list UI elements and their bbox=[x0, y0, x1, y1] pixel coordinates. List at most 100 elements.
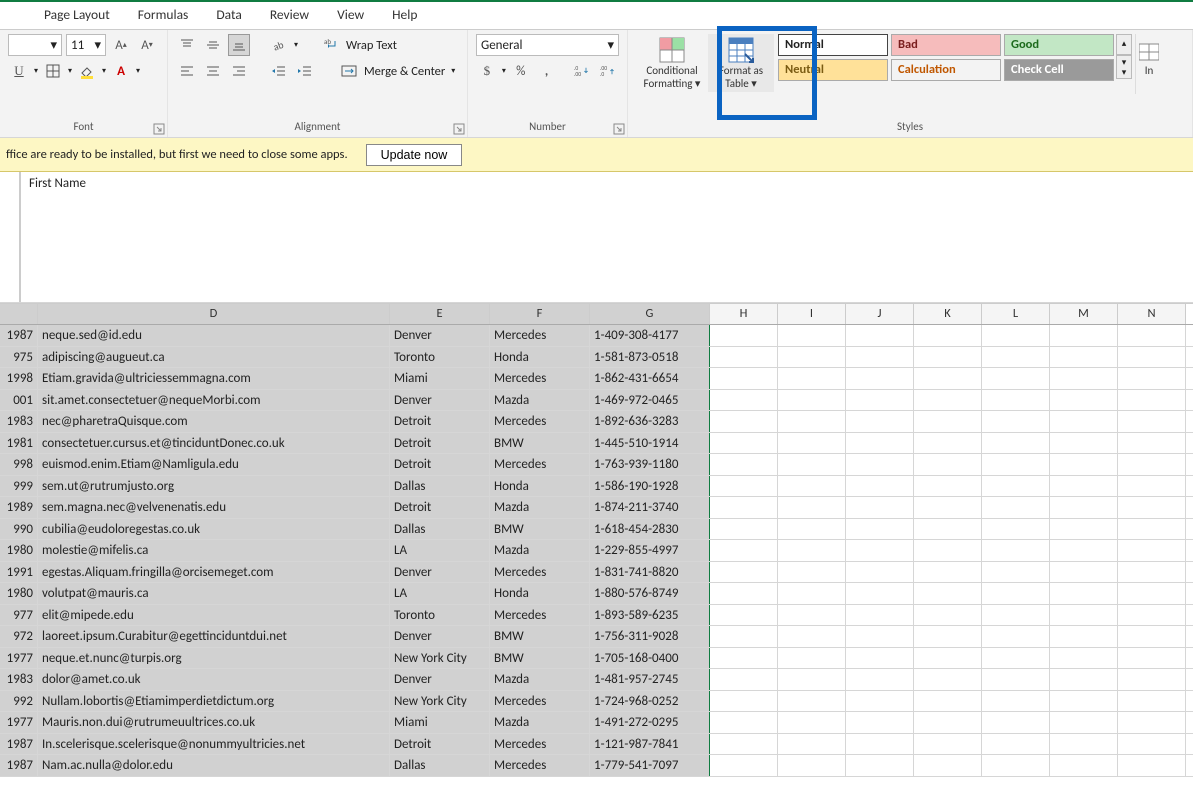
table-row[interactable]: 998euismod.enim.Etiam@Namligula.eduDetro… bbox=[0, 454, 1193, 476]
cell[interactable]: Detroit bbox=[390, 497, 490, 518]
cell[interactable] bbox=[914, 734, 982, 755]
col-header-M[interactable]: M bbox=[1050, 304, 1118, 324]
align-center-icon[interactable] bbox=[202, 60, 224, 82]
align-bottom-icon[interactable] bbox=[228, 34, 250, 56]
cell[interactable]: Toronto bbox=[390, 605, 490, 626]
cell[interactable] bbox=[846, 519, 914, 540]
cell[interactable] bbox=[1118, 691, 1186, 712]
cell[interactable] bbox=[846, 626, 914, 647]
cell[interactable]: Mauris.non.dui@rutrumeuultrices.co.uk bbox=[38, 712, 390, 733]
table-row[interactable]: 1987Nam.ac.nulla@dolor.eduDallasMercedes… bbox=[0, 755, 1193, 777]
cell[interactable] bbox=[982, 605, 1050, 626]
cell[interactable] bbox=[778, 433, 846, 454]
decrease-decimal-icon[interactable]: .00.0 bbox=[597, 60, 619, 82]
align-left-icon[interactable] bbox=[176, 60, 198, 82]
cell[interactable]: 972 bbox=[0, 626, 38, 647]
cell[interactable] bbox=[778, 454, 846, 475]
cell[interactable]: Mercedes bbox=[490, 734, 590, 755]
cell[interactable] bbox=[914, 755, 982, 776]
cell[interactable] bbox=[914, 390, 982, 411]
cell[interactable] bbox=[1118, 626, 1186, 647]
cell[interactable] bbox=[846, 497, 914, 518]
cell[interactable] bbox=[778, 411, 846, 432]
col-header-E[interactable]: E bbox=[390, 304, 490, 324]
cell[interactable]: Mercedes bbox=[490, 691, 590, 712]
cell[interactable]: New York City bbox=[390, 648, 490, 669]
cell[interactable]: 992 bbox=[0, 691, 38, 712]
cell[interactable] bbox=[914, 325, 982, 346]
cell[interactable] bbox=[1050, 755, 1118, 776]
align-middle-icon[interactable] bbox=[202, 34, 224, 56]
cell[interactable] bbox=[1050, 583, 1118, 604]
cell[interactable]: Honda bbox=[490, 476, 590, 497]
cell[interactable] bbox=[982, 648, 1050, 669]
cell[interactable]: neque.sed@id.edu bbox=[38, 325, 390, 346]
cell[interactable] bbox=[914, 476, 982, 497]
cell[interactable]: Nam.ac.nulla@dolor.edu bbox=[38, 755, 390, 776]
align-right-icon[interactable] bbox=[228, 60, 250, 82]
table-row[interactable]: 1991egestas.Aliquam.fringilla@orcisemege… bbox=[0, 562, 1193, 584]
cell[interactable]: 1-831-741-8820 bbox=[590, 562, 710, 583]
cell[interactable] bbox=[914, 691, 982, 712]
cell[interactable] bbox=[1118, 433, 1186, 454]
cell[interactable]: Mercedes bbox=[490, 755, 590, 776]
cell[interactable] bbox=[914, 626, 982, 647]
col-header-F[interactable]: F bbox=[490, 304, 590, 324]
col-header-D[interactable]: D bbox=[38, 304, 390, 324]
cell[interactable] bbox=[1118, 519, 1186, 540]
cell[interactable]: 1981 bbox=[0, 433, 38, 454]
cell[interactable] bbox=[1118, 734, 1186, 755]
cell[interactable] bbox=[914, 368, 982, 389]
cell[interactable] bbox=[846, 712, 914, 733]
update-now-button[interactable]: Update now bbox=[366, 144, 463, 166]
cell[interactable] bbox=[1050, 691, 1118, 712]
cell[interactable] bbox=[1118, 712, 1186, 733]
tab-review[interactable]: Review bbox=[256, 2, 323, 29]
cell[interactable] bbox=[710, 347, 778, 368]
cell[interactable] bbox=[846, 390, 914, 411]
cell[interactable] bbox=[710, 476, 778, 497]
currency-icon[interactable]: $ bbox=[476, 60, 498, 82]
cell[interactable] bbox=[710, 648, 778, 669]
cell[interactable] bbox=[1050, 368, 1118, 389]
decrease-indent-icon[interactable] bbox=[268, 60, 290, 82]
cell[interactable]: 1977 bbox=[0, 712, 38, 733]
cell[interactable]: 1-586-190-1928 bbox=[590, 476, 710, 497]
cell[interactable]: BMW bbox=[490, 519, 590, 540]
spreadsheet-grid[interactable]: 1987neque.sed@id.eduDenverMercedes1-409-… bbox=[0, 325, 1193, 777]
cell[interactable] bbox=[846, 368, 914, 389]
cell[interactable] bbox=[1118, 648, 1186, 669]
cell[interactable] bbox=[914, 648, 982, 669]
cell[interactable] bbox=[1050, 476, 1118, 497]
cell[interactable] bbox=[710, 669, 778, 690]
cell[interactable] bbox=[1050, 519, 1118, 540]
cell[interactable] bbox=[914, 540, 982, 561]
table-row[interactable]: 992Nullam.lobortis@Etiamimperdietdictum.… bbox=[0, 691, 1193, 713]
cell[interactable]: New York City bbox=[390, 691, 490, 712]
cell[interactable]: 1-874-211-3740 bbox=[590, 497, 710, 518]
cell[interactable] bbox=[914, 583, 982, 604]
tab-formulas[interactable]: Formulas bbox=[124, 2, 203, 29]
align-top-icon[interactable] bbox=[176, 34, 198, 56]
cell[interactable]: Mercedes bbox=[490, 454, 590, 475]
decrease-font-icon[interactable]: A▾ bbox=[136, 34, 158, 56]
cell[interactable] bbox=[982, 712, 1050, 733]
cell[interactable] bbox=[1118, 411, 1186, 432]
table-row[interactable]: 1989sem.magna.nec@velvenenatis.eduDetroi… bbox=[0, 497, 1193, 519]
table-row[interactable]: 1983dolor@amet.co.ukDenverMazda1-481-957… bbox=[0, 669, 1193, 691]
styles-scroll-up[interactable]: ▴ bbox=[1116, 34, 1132, 55]
cell[interactable]: 1983 bbox=[0, 411, 38, 432]
cell[interactable] bbox=[1050, 562, 1118, 583]
cell[interactable]: 1-409-308-4177 bbox=[590, 325, 710, 346]
percent-icon[interactable]: % bbox=[510, 60, 532, 82]
cell-style-calculation[interactable]: Calculation bbox=[891, 59, 1001, 81]
table-row[interactable]: 975adipiscing@augueut.caTorontoHonda1-58… bbox=[0, 347, 1193, 369]
comma-style-icon[interactable]: , bbox=[536, 60, 558, 82]
cell[interactable] bbox=[778, 325, 846, 346]
insert-button[interactable]: In bbox=[1139, 34, 1159, 79]
cell[interactable]: 1-121-987-7841 bbox=[590, 734, 710, 755]
cell[interactable] bbox=[1118, 454, 1186, 475]
cell[interactable] bbox=[846, 433, 914, 454]
cell[interactable]: 1980 bbox=[0, 583, 38, 604]
cell[interactable]: 977 bbox=[0, 605, 38, 626]
